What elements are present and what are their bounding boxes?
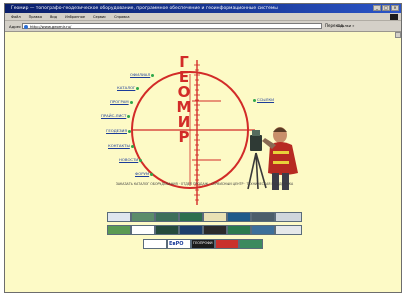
nav-link-contacts[interactable]: КОНТАКТЫ: [108, 143, 135, 148]
nav-bullet-icon: [151, 73, 155, 77]
nav-link-forum[interactable]: ФОРУМ: [135, 171, 154, 176]
partner-banner[interactable]: [131, 212, 155, 222]
partner-banner[interactable]: [179, 225, 203, 235]
partner-banner[interactable]: [203, 225, 227, 235]
nav-link-affiliate[interactable]: ОФИЛИАЛ: [130, 72, 155, 77]
logo-letters: Г Е О М И Р: [177, 55, 192, 146]
nav-bullet-icon: [136, 86, 140, 90]
partner-banner[interactable]: [179, 212, 203, 222]
partner-banner[interactable]: [227, 212, 251, 222]
nav-bullet-icon: [130, 144, 134, 148]
nav-bullet-icon: [127, 129, 131, 133]
partner-banner[interactable]: [227, 225, 251, 235]
partner-banner[interactable]: [251, 212, 275, 222]
partner-banner[interactable]: [131, 225, 155, 235]
partner-banner[interactable]: [107, 212, 131, 222]
partner-banner[interactable]: ГЕОПРОФИ: [191, 239, 215, 249]
nav-link-news[interactable]: НОВОСТИ: [119, 157, 143, 162]
partner-banner[interactable]: ЕвРО: [167, 239, 191, 249]
partner-banner[interactable]: [251, 225, 275, 235]
partner-banner[interactable]: [107, 225, 131, 235]
nav-bullet-icon: [150, 172, 154, 176]
nav-link-geodesy[interactable]: ГЕОДЕЗИЯ: [106, 128, 132, 133]
info-strip[interactable]: ЗАКАЗАТЬ КАТАЛОГ ОБОРУДОВАНИЯ · ОТДЕЛ ПР…: [107, 182, 302, 186]
partner-banner[interactable]: [215, 239, 239, 249]
nav-bullet-icon: [139, 158, 143, 162]
partner-banner[interactable]: [143, 239, 167, 249]
logo-letter: Р: [178, 128, 190, 146]
nav-bullet-icon: [129, 100, 133, 104]
partner-banner[interactable]: [203, 212, 227, 222]
partner-banner[interactable]: [275, 212, 302, 222]
surveyor-photo: [247, 127, 298, 190]
nav-link-pricelist[interactable]: ПРАЙС-ЛИСТ: [101, 113, 131, 118]
partner-banner[interactable]: [155, 225, 179, 235]
geomir-logo-graphic: [131, 60, 255, 205]
partner-banner[interactable]: [155, 212, 179, 222]
partner-banner[interactable]: [239, 239, 263, 249]
nav-bullet-icon: [127, 114, 131, 118]
nav-link-software[interactable]: ПРОГРАМ: [110, 99, 134, 104]
partner-banner[interactable]: [275, 225, 302, 235]
nav-link-catalog[interactable]: КАТАЛОГ: [117, 85, 140, 90]
